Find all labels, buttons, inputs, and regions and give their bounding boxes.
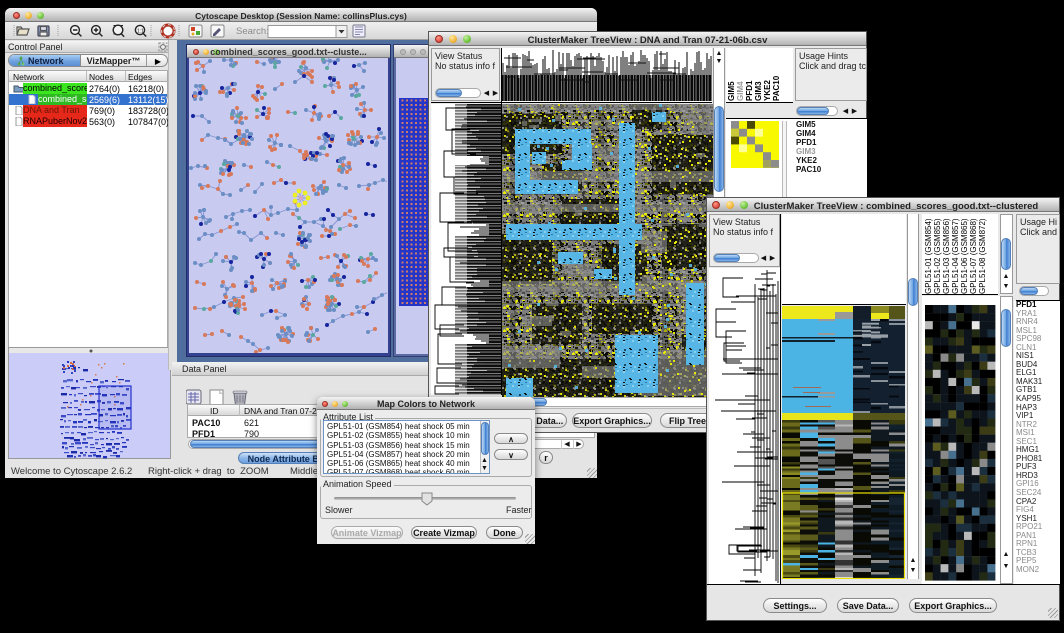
svg-text:Search:: Search: xyxy=(236,26,269,37)
svg-text:1:1: 1:1 xyxy=(137,29,144,35)
